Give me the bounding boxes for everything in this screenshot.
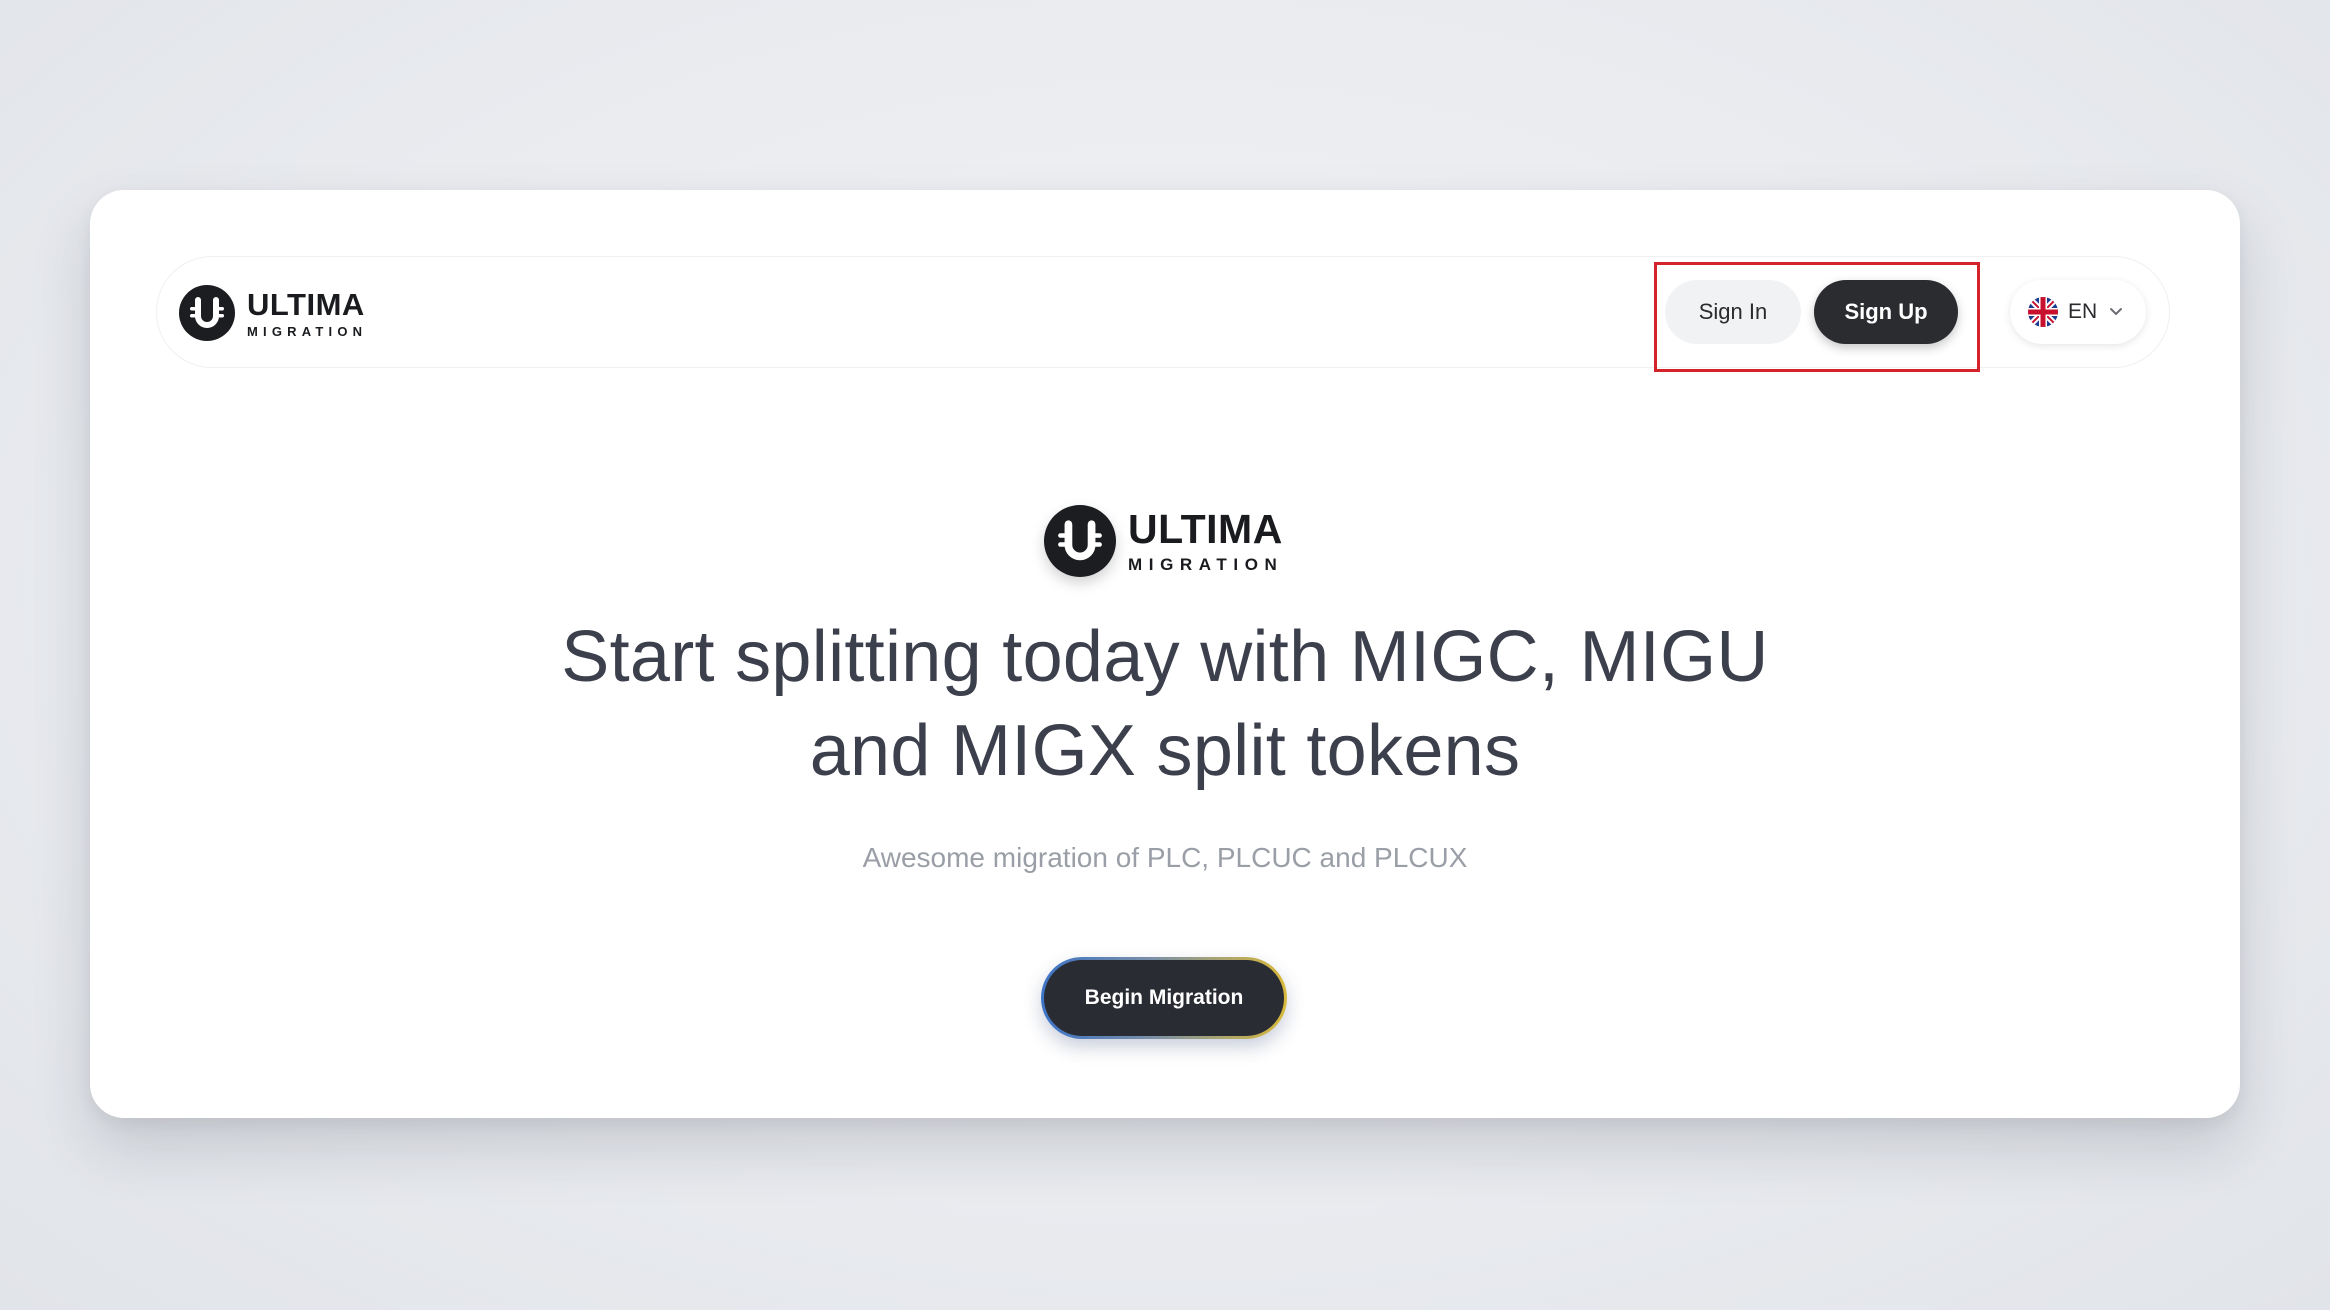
sign-up-button[interactable]: Sign Up: [1814, 280, 1958, 344]
logo-title: ULTIMA: [247, 286, 365, 322]
hero-headline: Start splitting today with MIGC, MIGU an…: [290, 610, 2040, 798]
uk-flag-icon: [2028, 297, 2058, 327]
nav-logo[interactable]: ULTIMA MIGRATION: [179, 285, 367, 341]
hero-subtitle: Awesome migration of PLC, PLCUC and PLCU…: [862, 842, 1468, 873]
logo-subtitle: MIGRATION: [247, 323, 368, 339]
main-card: ULTIMA MIGRATION Sign In Sign Up EN ULTI…: [90, 190, 2240, 1118]
sign-in-button[interactable]: Sign In: [1665, 280, 1801, 344]
ultima-logo-icon: [1044, 505, 1116, 577]
begin-migration-button[interactable]: Begin Migration: [1041, 957, 1287, 1039]
hero-logo-subtitle: MIGRATION: [1128, 555, 1284, 574]
hero-logo: ULTIMA MIGRATION: [1044, 505, 1283, 577]
hero-headline-line2: and MIGX split tokens: [809, 711, 1521, 791]
language-label: EN: [2068, 300, 2098, 323]
language-selector[interactable]: EN: [2010, 280, 2146, 344]
hero-headline-line1: Start splitting today with MIGC, MIGU: [561, 617, 1769, 697]
chevron-down-icon: [2109, 307, 2123, 317]
hero-logo-title: ULTIMA: [1128, 506, 1283, 552]
ultima-logo-icon: [179, 285, 235, 341]
begin-migration-label: Begin Migration: [1044, 960, 1284, 1036]
